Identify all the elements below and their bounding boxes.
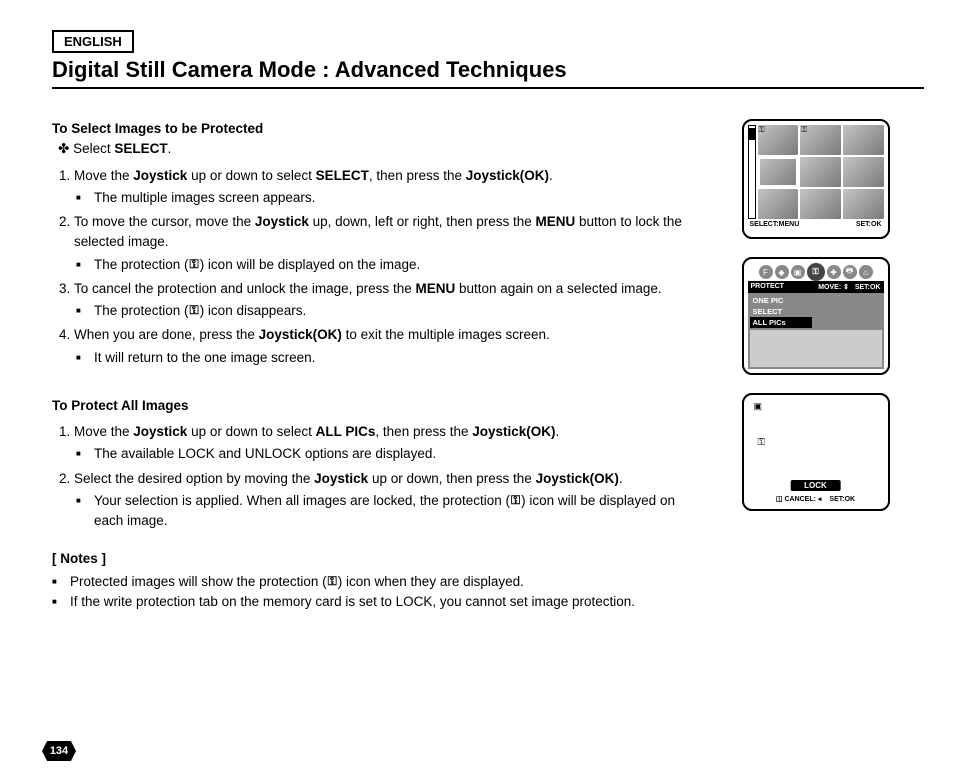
section-heading-select: To Select Images to be Protected <box>52 119 692 139</box>
step-2: To move the cursor, move the Joystick up… <box>74 212 692 275</box>
sub-instruction: Select SELECT. <box>58 139 692 159</box>
thumb <box>843 125 884 155</box>
menu-icon: ✚ <box>827 265 841 279</box>
menu-list: ONE PIC SELECT ALL PICs <box>748 293 884 369</box>
thumb <box>843 189 884 219</box>
steps-list-2: Move the Joystick up or down to select A… <box>52 422 692 531</box>
section-heading-all: To Protect All Images <box>52 396 692 416</box>
thumb <box>800 189 841 219</box>
language-badge: ENGLISH <box>52 30 134 53</box>
thumbnails: ⚿ ⚿ <box>758 125 884 219</box>
protect-menu-screen: F ◆ ▣ ⚿ ✚ 🖶 ⌂ PROTECT MOVE: ⇕ SET:OK ONE… <box>742 257 890 375</box>
step-all-2: Select the desired option by moving the … <box>74 469 692 532</box>
step-1: Move the Joystick up or down to select S… <box>74 166 692 209</box>
step-1-note: The multiple images screen appears. <box>94 188 692 208</box>
thumb <box>843 157 884 187</box>
statusbar: ◫ CANCEL: ◂ SET:OK <box>748 491 884 505</box>
menu-item: SELECT <box>750 306 812 317</box>
step-3-note: The protection (⚿) icon disappears. <box>94 301 692 321</box>
key-icon: ⚿ <box>190 301 199 319</box>
thumb: ⚿ <box>758 125 799 155</box>
menu-item-selected: ALL PICs <box>750 317 812 328</box>
thumb <box>758 189 799 219</box>
lock-pill: LOCK <box>790 480 841 491</box>
step-4-note: It will return to the one image screen. <box>94 348 692 368</box>
step-all-1-note: The available LOCK and UNLOCK options ar… <box>94 444 692 464</box>
thumbnail-grid-screen: ⚿ ⚿ SELECT:MENU SET:OK <box>742 119 890 239</box>
page-title: Digital Still Camera Mode : Advanced Tec… <box>52 57 924 89</box>
note-2: If the write protection tab on the memor… <box>70 592 692 612</box>
menu-header: PROTECT MOVE: ⇕ SET:OK <box>748 281 884 293</box>
page-number-badge: 134 <box>42 741 76 761</box>
thumb: ⚿ <box>800 125 841 155</box>
main-text-column: To Select Images to be Protected Select … <box>52 109 692 616</box>
lock-icon: ⚿ <box>758 125 766 135</box>
thumb-selected <box>758 157 799 187</box>
status-right: SET:OK <box>856 221 882 233</box>
menu-icon: 🖶 <box>843 265 857 279</box>
menu-title: PROTECT <box>751 283 784 291</box>
icon-row: F ◆ ▣ ⚿ ✚ 🖶 ⌂ <box>748 263 884 281</box>
key-icon: ⚿ <box>328 572 337 590</box>
step-4: When you are done, press the Joystick(OK… <box>74 325 692 368</box>
menu-icon: F <box>759 265 773 279</box>
document-page: ENGLISH Digital Still Camera Mode : Adva… <box>0 0 954 779</box>
step-all-1: Move the Joystick up or down to select A… <box>74 422 692 465</box>
menu-icon: ◆ <box>775 265 789 279</box>
lock-confirm-screen: ▣ ⚿ LOCK ◫ CANCEL: ◂ SET:OK <box>742 393 890 511</box>
scrollbar <box>748 125 756 219</box>
protect-icon: ⚿ <box>807 263 825 281</box>
illustration-column: ⚿ ⚿ SELECT:MENU SET:OK <box>692 109 924 616</box>
statusbar: SELECT:MENU SET:OK <box>748 219 884 233</box>
status-left: SELECT:MENU <box>750 221 800 233</box>
menu-item: ONE PIC <box>750 295 812 306</box>
note-1: Protected images will show the protectio… <box>70 572 692 592</box>
key-icon: ⚿ <box>758 437 766 448</box>
step-2-note: The protection (⚿) icon will be displaye… <box>94 255 692 275</box>
menu-icon: ▣ <box>791 265 805 279</box>
menu-empty <box>750 330 882 367</box>
key-icon: ⚿ <box>511 491 520 509</box>
menu-icon: ⌂ <box>859 265 873 279</box>
notes-heading: [ Notes ] <box>52 549 692 569</box>
steps-list-1: Move the Joystick up or down to select S… <box>52 166 692 368</box>
thumb <box>800 157 841 187</box>
step-all-2-note: Your selection is applied. When all imag… <box>94 491 692 532</box>
lock-icon: ⚿ <box>800 125 808 135</box>
page-number: 134 <box>42 741 76 761</box>
notes-list: Protected images will show the protectio… <box>52 572 692 613</box>
key-icon: ⚿ <box>190 255 199 273</box>
step-3: To cancel the protection and unlock the … <box>74 279 692 322</box>
